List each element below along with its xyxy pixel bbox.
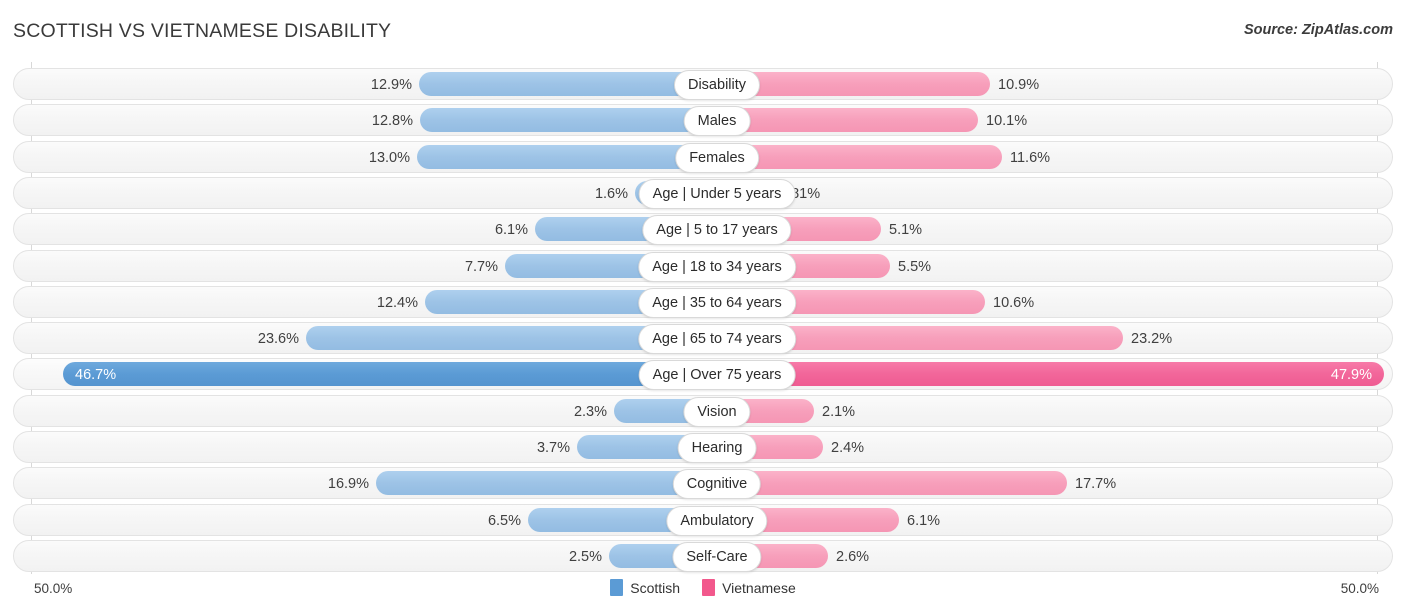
bar-vietnamese bbox=[730, 108, 978, 133]
value-label-vietnamese: 47.9% bbox=[1330, 367, 1372, 384]
chart-footer: 50.0% 50.0% Scottish Vietnamese bbox=[0, 574, 1406, 612]
value-label-vietnamese: 5.5% bbox=[898, 258, 932, 275]
value-label-vietnamese: 5.1% bbox=[889, 222, 923, 239]
value-label-scottish: 16.9% bbox=[327, 476, 369, 493]
row-category-label[interactable]: Ambulatory bbox=[666, 505, 768, 536]
legend-swatch-vietnamese bbox=[702, 579, 716, 596]
value-label-vietnamese: 17.7% bbox=[1075, 476, 1117, 493]
row-category-label[interactable]: Females bbox=[675, 142, 759, 173]
row-category-label[interactable]: Males bbox=[683, 106, 751, 137]
value-label-vietnamese: 10.6% bbox=[993, 294, 1035, 311]
chart-page: SCOTTISH VS VIETNAMESE DISABILITY Source… bbox=[0, 0, 1406, 612]
legend-item-vietnamese[interactable]: Vietnamese bbox=[702, 579, 796, 596]
table-row[interactable]: 7.7% 5.5% Age | 18 to 34 years bbox=[13, 249, 1393, 282]
page-title: SCOTTISH VS VIETNAMESE DISABILITY bbox=[13, 20, 392, 42]
legend-label-vietnamese: Vietnamese bbox=[722, 579, 796, 596]
table-row[interactable]: 2.5% 2.6% Self-Care bbox=[13, 539, 1393, 572]
table-row[interactable]: 1.6% 0.81% Age | Under 5 years bbox=[13, 176, 1393, 209]
row-category-label[interactable]: Cognitive bbox=[672, 469, 762, 500]
value-label-scottish: 12.4% bbox=[376, 294, 418, 311]
table-row[interactable]: 6.5% 6.1% Ambulatory bbox=[13, 503, 1393, 536]
chart-plot-area: 12.9% 10.9% Disability 12.8% 10.1% Males 13.0%… bbox=[0, 62, 1406, 574]
bar-vietnamese bbox=[730, 72, 990, 96]
row-category-label[interactable]: Age | 18 to 34 years bbox=[638, 251, 796, 282]
value-label-scottish: 13.0% bbox=[368, 149, 410, 166]
chart-header: SCOTTISH VS VIETNAMESE DISABILITY Source… bbox=[0, 0, 1406, 56]
bar-scottish bbox=[376, 471, 704, 496]
table-row[interactable]: 46.7% 47.9% Age | Over 75 years bbox=[13, 358, 1393, 391]
value-label-vietnamese: 10.9% bbox=[998, 77, 1040, 93]
bar-scottish bbox=[420, 108, 704, 133]
value-label-scottish: 12.9% bbox=[370, 77, 412, 93]
legend-item-scottish[interactable]: Scottish bbox=[610, 579, 680, 596]
row-category-label[interactable]: Age | 65 to 74 years bbox=[638, 324, 796, 355]
value-label-vietnamese: 23.2% bbox=[1131, 331, 1173, 348]
row-category-label[interactable]: Disability bbox=[673, 70, 761, 100]
row-category-label[interactable]: Age | Under 5 years bbox=[638, 178, 796, 209]
table-row[interactable]: 13.0% 11.6% Females bbox=[13, 140, 1393, 173]
row-category-label[interactable]: Age | Over 75 years bbox=[638, 360, 796, 391]
table-row[interactable]: 3.7% 2.4% Hearing bbox=[13, 431, 1393, 463]
table-row[interactable]: 12.9% 10.9% Disability bbox=[13, 68, 1393, 100]
table-row[interactable]: 12.4% 10.6% Age | 35 to 64 years bbox=[13, 285, 1393, 318]
legend-swatch-scottish bbox=[610, 579, 624, 596]
legend-label-scottish: Scottish bbox=[630, 579, 681, 596]
value-label-vietnamese: 2.1% bbox=[822, 403, 856, 420]
value-label-scottish: 12.8% bbox=[371, 113, 413, 130]
bar-vietnamese bbox=[730, 144, 1002, 169]
value-label-vietnamese: 6.1% bbox=[907, 512, 941, 529]
value-label-scottish: 2.5% bbox=[568, 548, 602, 565]
row-category-label[interactable]: Self-Care bbox=[672, 541, 762, 572]
value-label-vietnamese: 2.6% bbox=[836, 548, 870, 565]
value-label-scottish: 2.3% bbox=[573, 403, 607, 420]
bar-scottish bbox=[417, 144, 704, 169]
value-label-vietnamese: 10.1% bbox=[986, 113, 1028, 130]
chart-legend: Scottish Vietnamese bbox=[0, 579, 1406, 596]
value-label-scottish: 7.7% bbox=[464, 258, 498, 275]
value-label-vietnamese: 11.6% bbox=[1010, 149, 1051, 166]
source-attribution: Source: ZipAtlas.com bbox=[1243, 22, 1393, 38]
row-category-label[interactable]: Vision bbox=[683, 396, 751, 427]
bar-vietnamese bbox=[730, 362, 1384, 387]
row-category-label[interactable]: Hearing bbox=[677, 433, 757, 463]
row-category-label[interactable]: Age | 5 to 17 years bbox=[642, 215, 792, 246]
value-label-scottish: 3.7% bbox=[536, 440, 570, 456]
bar-scottish bbox=[419, 72, 704, 96]
bar-scottish bbox=[63, 362, 704, 387]
value-label-vietnamese: 2.4% bbox=[831, 440, 865, 456]
table-row[interactable]: 2.3% 2.1% Vision bbox=[13, 394, 1393, 427]
value-label-scottish: 46.7% bbox=[75, 367, 117, 384]
value-label-scottish: 6.1% bbox=[494, 222, 528, 239]
table-row[interactable]: 23.6% 23.2% Age | 65 to 74 years bbox=[13, 322, 1393, 355]
value-label-scottish: 6.5% bbox=[487, 512, 521, 529]
value-label-scottish: 23.6% bbox=[257, 331, 299, 348]
table-row[interactable]: 12.8% 10.1% Males bbox=[13, 104, 1393, 137]
table-row[interactable]: 6.1% 5.1% Age | 5 to 17 years bbox=[13, 213, 1393, 246]
table-row[interactable]: 16.9% 17.7% Cognitive bbox=[13, 467, 1393, 500]
bar-vietnamese bbox=[730, 471, 1067, 496]
value-label-scottish: 1.6% bbox=[594, 185, 628, 202]
row-category-label[interactable]: Age | 35 to 64 years bbox=[638, 287, 796, 318]
